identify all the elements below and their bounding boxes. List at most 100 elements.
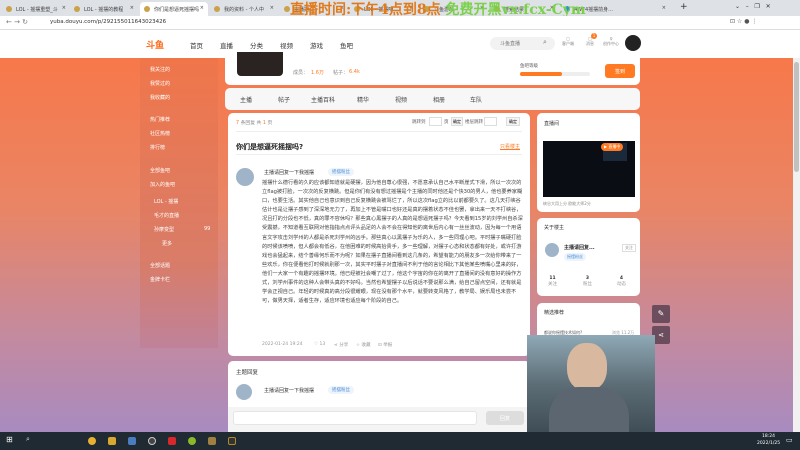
reply-summary: 7 条回复 共 1 页 [236,121,273,126]
scrollbar[interactable] [793,58,800,432]
live-caption: 峡谷大用上分 欧能大师2分 [543,201,591,206]
post-body: 摇摆什么德行看的久的应该都知道就是硬摆，因为他自尊心很强，不愿意承认自己水平断崖… [262,180,523,305]
jump-label: 跳转到 [412,120,426,125]
edit-icon[interactable]: ✎ [652,305,670,323]
post-author[interactable]: 主播请回复一下我摇摆 [264,169,314,176]
sidebar-item-maocai[interactable]: 毛才的直播 [154,212,179,219]
live-room-card: 直播间 ▶ 直播中 峡谷大用上分 欧能大师2分 [537,113,640,212]
op-name[interactable]: 主播请回复... [564,244,595,251]
yuba-profile-card: 成员： 1.6万 帖子： 6.4k 鱼吧等级 签到 [225,52,640,85]
nav-video[interactable]: 视频 [280,40,293,50]
tab-team[interactable]: 车队 [470,95,482,104]
browser-tab[interactable]: LOL - 摇摆重塑_斗 × [2,2,70,16]
sidebar-item-lol[interactable]: LOL - 摇摆 [154,198,178,205]
search-icon[interactable]: ⌕ [543,38,547,47]
sidebar-item-rank[interactable]: 排行榜 [150,144,165,151]
browser-tab[interactable]: LOL - 摇摆的教程 × [70,2,138,16]
tab-posts[interactable]: 帖子 [278,95,290,104]
reply-input[interactable] [233,411,477,425]
page-confirm-button[interactable]: 确定 [451,117,463,126]
sidebar-count-badge: 99 [204,226,211,232]
level-progress [520,72,590,76]
nav-games[interactable]: 游戏 [310,40,323,50]
members-count: 1.6万 [311,70,324,76]
sidebar-item-3[interactable]: 孙摩变型 [154,226,174,233]
search-taskbar-icon[interactable]: ⌕ [26,435,30,444]
nav-home[interactable]: 首页 [190,40,203,50]
sidebar-item-following[interactable]: 我关注的 [150,66,170,73]
chrome-icon[interactable] [88,437,96,445]
message-badge: 1 [591,33,597,39]
sidebar-item-favorites[interactable]: 我收藏的 [150,94,170,101]
post-title: 你们是想逼死摇摆吗? [236,143,304,151]
only-op-link[interactable]: 只看楼主 [500,143,520,150]
app-icon[interactable] [128,437,136,445]
reply-author[interactable]: 主播请回复一下我摇摆 [264,387,314,394]
clock[interactable]: 18:24 2022/1/25 [757,433,780,447]
posts-label: 帖子： [333,70,349,76]
recommend-title: 精选推荐 [544,310,565,316]
sidebar-item-joined[interactable]: 加入的鱼吧 [150,181,175,188]
posts-count: 6.4k [349,69,360,75]
page-unit: 页 [444,120,449,125]
folder-icon[interactable] [108,437,116,445]
taskbar: ⊞ ⌕ 18:24 2022/1/25 ▭ [0,432,800,450]
reply-fan-badge: 摇摆粉丝 [328,386,354,394]
floor-confirm-button[interactable]: 确定 [506,117,520,126]
url-field[interactable]: yuba.douyu.com/p/292155011643023426 [50,19,166,25]
avatar[interactable] [625,35,641,51]
about-op-card: 关于楼主 主播请回复... 摇摆粉丝 关注 11 关注 3 粉丝 4 动态 [537,218,640,296]
browser-tab-active[interactable]: 你们是想逼死摇摆吗 × [140,2,208,16]
sidebar-item-hot[interactable]: 热门推荐 [150,116,170,123]
reply-avatar[interactable] [236,384,252,400]
nav-buttons[interactable]: ← → ↻ [6,18,28,26]
sidebar: 我关注的 我赞过的 我收藏的 热门推荐 社区热榜 排行榜 全部鱼吧 加入的鱼吧 … [140,58,218,348]
tab-wiki[interactable]: 主播百科 [311,95,335,104]
author-avatar[interactable] [236,168,254,186]
tab-album[interactable]: 相册 [433,95,445,104]
follow-button[interactable]: 关注 [622,244,636,252]
address-bar: ← → ↻ yuba.douyu.com/p/29215501164302342… [0,16,800,30]
fan-badge: 摇摆粉丝 [328,168,354,176]
nav-live[interactable]: 直播 [220,40,233,50]
browser-tab[interactable]: 我的资料 - 个人中 × [210,2,278,16]
browser-actions[interactable]: ⊡ ☆ ● ⋮ [730,18,757,25]
stat-fans[interactable]: 3 粉丝 [583,276,592,287]
sign-in-button[interactable]: 签到 [605,64,635,78]
yuba-cover-image [237,52,283,76]
window-controls[interactable]: ⌄ – ❐ ✕ [735,3,771,10]
tab-anchor[interactable]: 主播 [240,95,252,104]
page-jump-input[interactable] [429,117,442,126]
stat-posts[interactable]: 4 动态 [617,276,626,287]
live-badge: ▶ 直播中 [601,143,624,151]
tab-featured[interactable]: 精华 [357,95,369,104]
nav-category[interactable]: 分类 [250,40,263,50]
op-avatar[interactable] [545,243,559,257]
start-icon[interactable]: ⊞ [6,435,13,444]
sidebar-item-topics[interactable]: 全部话题 [150,262,170,269]
sidebar-item-community[interactable]: 社区热榜 [150,130,170,137]
sidebar-item-liked[interactable]: 我赞过的 [150,80,170,87]
sidebar-item-more[interactable]: 更多 [162,240,172,247]
douyu-logo[interactable]: 斗鱼 [146,38,164,51]
webcam-overlay [527,335,655,432]
obs-icon[interactable] [148,437,156,445]
floor-jump-input[interactable] [484,117,497,126]
sidebar-item-gold[interactable]: 金牌卡栏 [150,276,170,283]
netease-icon[interactable] [168,437,176,445]
nav-yuba[interactable]: 鱼吧 [340,40,353,50]
wegame-icon[interactable] [228,437,236,445]
about-op-title: 关于楼主 [544,225,565,231]
replies-card: 主题回复 主播请回复一下我摇摆 摇摆粉丝 回复 [228,361,530,432]
lol-icon[interactable] [208,437,216,445]
new-tab-button[interactable]: + [680,2,688,12]
replies-title: 主题回复 [236,370,259,376]
tab-video[interactable]: 视频 [395,95,407,104]
client-icon[interactable]: ▢ 客户端 [562,36,574,47]
game-icon[interactable] [188,437,196,445]
sidebar-item-all-yuba[interactable]: 全部鱼吧 [150,167,170,174]
stat-following[interactable]: 11 关注 [548,276,557,287]
reply-button[interactable]: 回复 [486,411,524,425]
creator-icon[interactable]: ♀ 创作中心 [603,36,619,47]
notification-icon[interactable]: ▭ [786,436,793,444]
